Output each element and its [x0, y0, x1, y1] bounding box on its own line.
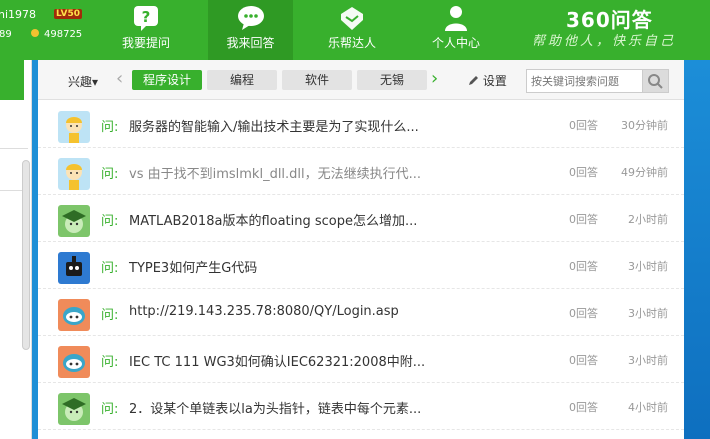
question-time: 30分钟前 — [621, 119, 668, 132]
tag-programming[interactable]: 编程 — [207, 70, 277, 90]
question-title-link[interactable]: MATLAB2018a版本的floating scope怎么增加... — [129, 210, 417, 229]
level-badge: LV50 — [54, 9, 82, 19]
question-time: 4小时前 — [628, 401, 668, 414]
question-row[interactable]: 问: MATLAB2018a版本的floating scope怎么增加... 0回答… — [38, 195, 684, 242]
question-prefix: 问: — [101, 167, 119, 182]
tag-software[interactable]: 软件 — [282, 70, 352, 90]
answer-count: 0回答 — [569, 119, 598, 132]
person-icon — [445, 6, 467, 31]
question-title-link[interactable]: http://219.143.235.78:8080/QY/Login.asp — [129, 304, 399, 319]
answer-count: 0回答 — [569, 401, 598, 414]
pencil-icon — [469, 76, 478, 85]
question-panel: 兴趣▾ ‹ 程序设计 编程 软件 无锡 › 设置 问: 服务器的智能输入/输出技术… — [38, 60, 684, 439]
desktop-background — [684, 60, 710, 439]
cartoon-girl-avatar[interactable] — [58, 158, 90, 190]
question-title-link[interactable]: 2．设某个单链表以la为头指针，链表中每个元素... — [129, 398, 421, 417]
nav-answer[interactable]: 我来回答 — [208, 0, 293, 60]
answer-count: 0回答 — [569, 166, 598, 179]
stat-right: 498725 — [44, 29, 83, 40]
question-prefix: 问: — [101, 402, 119, 417]
nav-label: 我要提问 — [121, 36, 170, 50]
chevron-right-icon[interactable]: › — [431, 68, 438, 89]
question-prefix: 问: — [101, 355, 119, 370]
question-prefix: 问: — [101, 214, 119, 229]
question-prefix: 问: — [101, 261, 119, 276]
top-header: ni1978 LV50 89 498725 ? 我要提问 我来回答 乐帮达人 个… — [0, 0, 710, 60]
brand-logo: 360问答 — [566, 8, 653, 32]
question-prefix: 问: — [101, 120, 119, 135]
blue-face-avatar[interactable] — [58, 346, 90, 378]
question-icon: ? — [134, 6, 158, 31]
nav-label: 乐帮达人 — [327, 36, 376, 50]
nav-ask-question[interactable]: ? 我要提问 — [110, 0, 182, 60]
question-row[interactable]: 问: http://219.143.235.78:8080/QY/Login.as… — [38, 289, 684, 336]
username[interactable]: ni1978 — [0, 8, 36, 21]
question-title-link[interactable]: IEC TC 111 WG3如何确认IEC62321:2008中附... — [129, 351, 425, 370]
answer-count: 0回答 — [569, 354, 598, 367]
question-time: 3小时前 — [628, 260, 668, 273]
nav-personal-center[interactable]: 个人中心 — [418, 0, 494, 60]
nav-helpers[interactable]: 乐帮达人 — [312, 0, 392, 60]
stat-left: 89 — [0, 29, 12, 40]
interest-dropdown[interactable]: 兴趣▾ — [68, 73, 98, 90]
search-input[interactable] — [526, 69, 643, 93]
question-row[interactable]: 问: 2．设某个单链表以la为头指针，链表中每个元素... 0回答 4小时前 — [38, 383, 684, 430]
robot-avatar[interactable] — [58, 252, 90, 284]
question-title-link[interactable]: vs 由于找不到imslmkl_dll.dll，无法继续执行代... — [129, 163, 421, 182]
blue-face-avatar[interactable] — [58, 299, 90, 331]
svg-text:?: ? — [142, 8, 151, 26]
search-button[interactable] — [642, 69, 669, 93]
settings-label: 设置 — [482, 74, 507, 88]
sidebar-green-tab[interactable] — [0, 60, 24, 100]
nav-label: 我来回答 — [226, 36, 275, 50]
divider — [0, 148, 28, 149]
graduate-cap-avatar[interactable] — [58, 393, 90, 425]
handshake-icon — [341, 7, 363, 30]
tag-programming-design[interactable]: 程序设计 — [132, 70, 202, 90]
answer-count: 0回答 — [569, 213, 598, 226]
chevron-left-icon[interactable]: ‹ — [116, 68, 123, 89]
question-time: 2小时前 — [628, 213, 668, 226]
question-title-link[interactable]: 服务器的智能输入/输出技术主要是为了实现什么... — [129, 116, 419, 135]
question-title-link[interactable]: TYPE3如何产生G代码 — [129, 257, 257, 276]
question-row[interactable]: 问: IEC TC 111 WG3如何确认IEC62321:2008中附... 0回… — [38, 336, 684, 383]
question-row[interactable]: 问: 服务器的智能输入/输出技术主要是为了实现什么... 0回答 30分钟前 — [38, 101, 684, 148]
question-time: 3小时前 — [628, 354, 668, 367]
coin-icon — [31, 29, 39, 37]
scrollbar[interactable] — [22, 160, 30, 350]
question-time: 49分钟前 — [621, 166, 668, 179]
question-row[interactable]: 问: vs 由于找不到imslmkl_dll.dll，无法继续执行代... 0回答 4… — [38, 148, 684, 195]
graduate-cap-avatar[interactable] — [58, 205, 90, 237]
chat-bubble-icon — [237, 6, 264, 30]
tag-wuxi[interactable]: 无锡 — [357, 70, 427, 90]
cartoon-girl-avatar[interactable] — [58, 111, 90, 143]
answer-count: 0回答 — [569, 307, 598, 320]
nav-label: 个人中心 — [431, 36, 480, 50]
category-bar: 兴趣▾ ‹ 程序设计 编程 软件 无锡 › 设置 — [38, 60, 684, 100]
settings-button[interactable]: 设置 — [468, 72, 507, 89]
question-time: 3小时前 — [628, 307, 668, 320]
question-row[interactable]: 问: TYPE3如何产生G代码 0回答 3小时前 — [38, 242, 684, 289]
left-sidebar — [0, 60, 32, 439]
answer-count: 0回答 — [569, 260, 598, 273]
slogan: 帮助他人，快乐自己 — [532, 34, 677, 49]
search-icon — [648, 74, 663, 89]
question-prefix: 问: — [101, 308, 119, 323]
user-info: ni1978 LV50 89 498725 — [0, 0, 110, 60]
